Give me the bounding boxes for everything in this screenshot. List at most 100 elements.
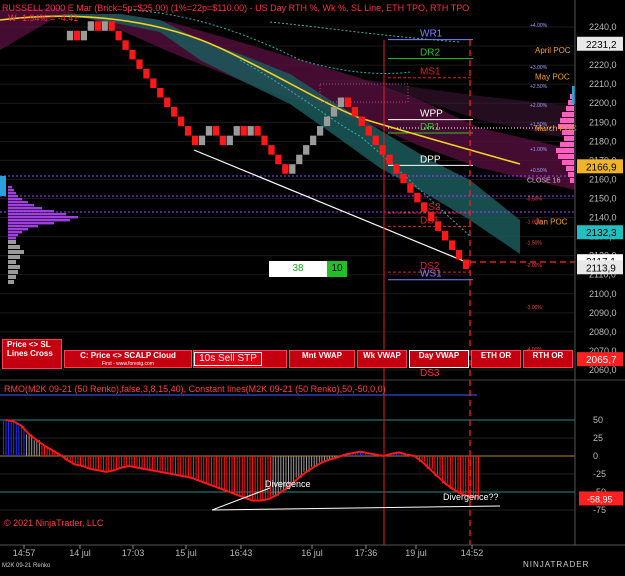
tpo-bar: [562, 160, 574, 165]
price-marker-text: 2065,7: [586, 355, 617, 366]
profile-bar-gray: [8, 275, 16, 279]
x-tick-label: 17:03: [122, 548, 145, 558]
renko-brick: [101, 21, 108, 31]
button-label: Mnt VWAP: [302, 351, 342, 360]
counter-right: 10: [327, 261, 347, 277]
price-marker-text: 2113,9: [586, 263, 616, 274]
percent-label: +1.00%: [530, 147, 548, 153]
x-tick-label: 14:57: [13, 548, 36, 558]
renko-brick: [365, 126, 372, 136]
profile-bar: [8, 228, 28, 231]
profile-bar: [8, 222, 54, 225]
percent-label: +2.50%: [530, 84, 548, 90]
price-sl-cross-button[interactable]: Price <> SL Lines Cross: [2, 339, 62, 369]
osc-tick-label: -75: [593, 505, 606, 515]
profile-bar: [8, 237, 16, 240]
profile-bar: [8, 219, 70, 222]
pivot-label: WR1: [420, 29, 443, 40]
renko-brick: [122, 40, 129, 50]
renko-brick: [282, 164, 289, 174]
percent-label: +2.00%: [530, 103, 548, 109]
chart-stage[interactable]: WR1 DR2 MS1 WPP DR1 DPP MS2 DS1 DS2 WS1 April POC…: [0, 0, 625, 571]
chart-subtitle: W -1.94% = -4.41: [8, 13, 78, 23]
renko-brick: [358, 116, 365, 127]
sell-stp-button[interactable]: 10s Sell STP: [194, 352, 262, 366]
tpo-bar: [570, 178, 574, 183]
divergence-question-label: Divergence??: [443, 492, 499, 502]
osc-value-text: -58,95: [587, 494, 613, 504]
percent-label: -1.00%: [526, 219, 542, 225]
profile-bar: [8, 192, 16, 195]
ninjatrader-logo: NINJATRADER: [523, 560, 589, 569]
renko-brick: [310, 135, 317, 146]
renko-brick: [379, 145, 386, 155]
profile-bar: [8, 213, 66, 216]
renko-brick: [442, 230, 449, 241]
profile-bar: [8, 189, 14, 192]
divergence-label: Divergence: [265, 479, 311, 489]
renko-brick: [136, 59, 143, 69]
renko-brick: [178, 116, 185, 127]
renko-brick: [386, 154, 393, 165]
renko-brick: [448, 240, 456, 250]
button-label: Wk VWAP: [363, 351, 401, 360]
chart-canvas[interactable]: WR1DR2MS1WPPDR1DPPMS2DS1DS2WS1 April POC…: [0, 0, 625, 571]
renko-brick: [191, 135, 199, 146]
profile-bar: [8, 195, 18, 198]
poc-label: April POC: [535, 46, 571, 55]
ds3-label: DS3: [420, 368, 440, 379]
renko-brick: [289, 164, 296, 174]
renko-brick: [303, 145, 310, 155]
pivot-label: DR1: [420, 122, 440, 133]
rth-or-button[interactable]: RTH OR: [523, 350, 573, 368]
profile-bar: [8, 234, 18, 237]
renko-brick: [330, 107, 338, 117]
renko-brick: [94, 21, 101, 31]
renko-brick: [198, 135, 206, 146]
profile-bar-gray: [8, 280, 14, 284]
profile-bar-gray: [8, 255, 20, 259]
renko-brick: [157, 87, 164, 98]
price-tick-label: 2100,0: [589, 289, 617, 299]
x-tick-label: 17:36: [355, 548, 378, 558]
instrument-label: M2K 09-21 Renko: [2, 563, 51, 569]
oscillator-title: RMO(M2K 09-21 (50 Renko),false,3,8,15,40…: [4, 384, 386, 394]
renko-brick: [73, 30, 81, 41]
profile-bar-gray: [8, 245, 20, 249]
tpo-bar: [566, 166, 574, 171]
price-tick-label: 2220,0: [589, 60, 617, 70]
tpo-bar: [566, 106, 574, 111]
profile-bar: [8, 225, 38, 228]
renko-brick: [400, 173, 407, 184]
tpo-bar: [568, 172, 574, 177]
profile-bar: [8, 207, 42, 210]
osc-tick-label: 50: [593, 415, 603, 425]
scalp-cloud-button[interactable]: C: Price <> SCALP Cloud First - www.fore…: [64, 350, 192, 368]
monthly-vwap-button[interactable]: Mnt VWAP: [289, 350, 355, 368]
percent-label: +1.50%: [530, 122, 548, 128]
day-vwap-button[interactable]: Day VWAP: [409, 350, 469, 368]
renko-brick: [344, 97, 352, 108]
profile-highlight: [0, 176, 6, 196]
counter-left: 38: [269, 261, 327, 277]
weekly-vwap-button[interactable]: Wk VWAP: [357, 350, 407, 368]
renko-brick: [80, 30, 88, 41]
pivot-label: WPP: [420, 109, 443, 120]
tick-counter: 38 10: [269, 261, 347, 277]
tpo-bar: [556, 148, 574, 153]
price-marker-text: 2132,3: [586, 228, 617, 239]
price-tick-label: 2090,0: [589, 308, 617, 318]
renko-brick: [240, 126, 247, 136]
price-tick-label: 2210,0: [589, 79, 617, 89]
button-label: Day VWAP: [418, 351, 460, 360]
renko-brick: [233, 126, 240, 136]
osc-tick-label: -25: [593, 469, 606, 479]
poc-label: CLOSE 16: [527, 177, 561, 184]
renko-brick: [108, 21, 115, 31]
eth-or-button[interactable]: ETH OR: [471, 350, 521, 368]
percent-label: +4.00%: [530, 23, 548, 29]
profile-bar: [8, 210, 54, 213]
profile-bar-gray: [8, 260, 16, 264]
renko-brick: [143, 68, 150, 79]
percent-label: +0.50%: [530, 168, 548, 174]
